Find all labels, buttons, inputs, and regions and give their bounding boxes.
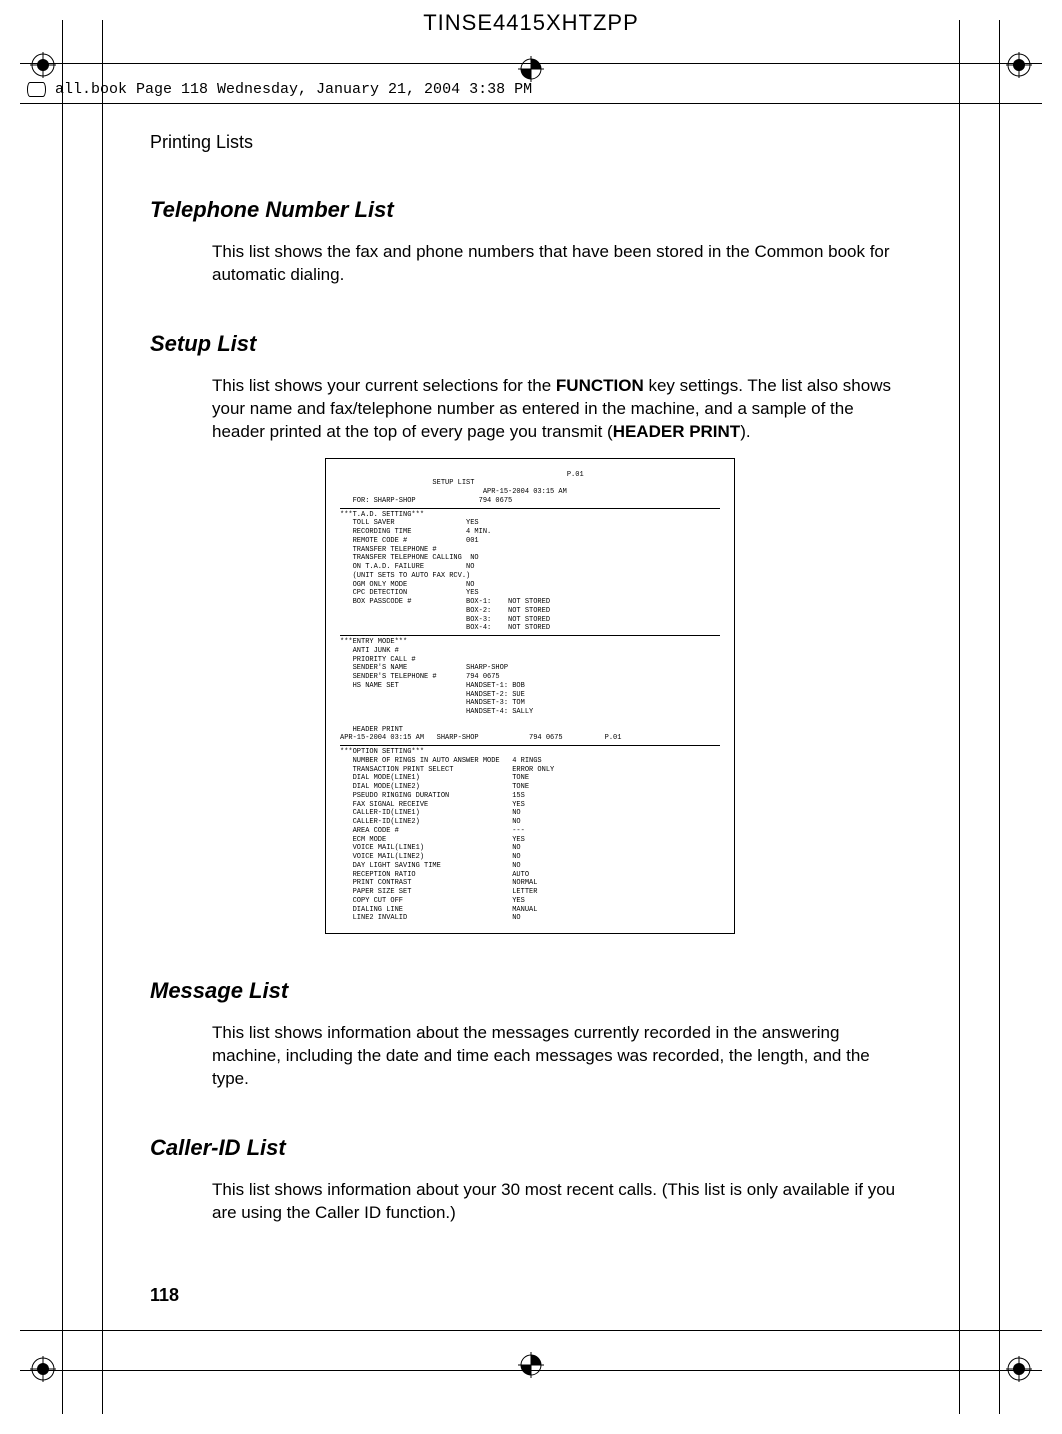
crop-rule [102,20,103,1414]
text: This list shows your current selections … [212,376,556,395]
section-body-telephone: This list shows the fax and phone number… [212,241,910,287]
crop-rule [999,20,1000,1414]
section-body-callerid: This list shows information about your 3… [212,1179,910,1225]
crop-rule [20,1330,1042,1331]
section-title-message: Message List [150,978,910,1004]
bold-header-print: HEADER PRINT [613,422,741,441]
running-head: Printing Lists [150,132,910,153]
registration-mark-icon [518,56,544,82]
section-title-callerid: Caller-ID List [150,1135,910,1161]
page-number: 118 [150,1285,179,1306]
crop-rule [62,20,63,1414]
section-title-telephone: Telephone Number List [150,197,910,223]
header-code: TINSE4415XHTZPP [0,10,1062,36]
page-content: Printing Lists Telephone Number List Thi… [150,132,910,1225]
text: ). [740,422,750,441]
setup-list-printout: P.01 SETUP LIST APR-15-2004 03:15 AM FOR… [325,458,735,935]
section-title-setup: Setup List [150,331,910,357]
registration-mark-icon [1006,52,1032,78]
section-body-message: This list shows information about the me… [212,1022,910,1091]
crop-rule [959,20,960,1414]
registration-mark-icon [1006,1356,1032,1382]
bold-function: FUNCTION [556,376,644,395]
registration-mark-icon [518,1352,544,1378]
crop-rule [20,103,1042,104]
registration-mark-icon [30,52,56,78]
section-body-setup: This list shows your current selections … [212,375,910,444]
book-meta-line: all.book Page 118 Wednesday, January 21,… [55,81,532,98]
registration-mark-icon [30,1356,56,1382]
page: TINSE4415XHTZPP all.book Page 118 Wednes… [0,0,1062,1434]
